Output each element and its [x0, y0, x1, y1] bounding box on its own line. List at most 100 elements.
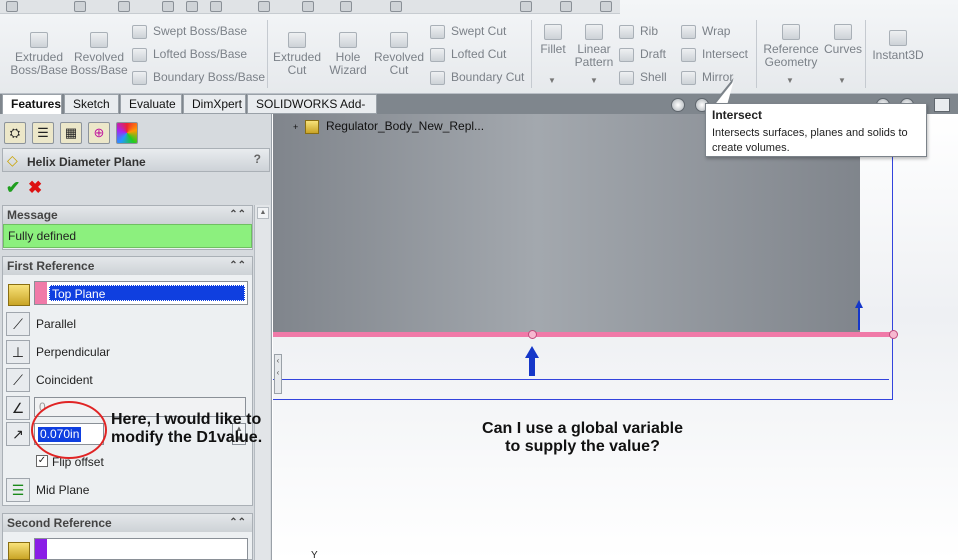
- collapse-icon[interactable]: ⌃⌃: [229, 257, 246, 275]
- tab-sketch[interactable]: Sketch: [64, 94, 119, 114]
- fillet-label: Fillet: [540, 42, 566, 56]
- revolved-boss-label: Revolved Boss/Base: [70, 50, 128, 77]
- pattern-dropdown-icon[interactable]: ▼: [590, 76, 598, 85]
- toolbar-icon[interactable]: [600, 1, 612, 12]
- panel-collapse-handle[interactable]: ‹ ‹: [274, 354, 282, 394]
- graphics-area[interactable]: ‹ ‹ Y: [273, 114, 958, 560]
- task-pane-icon[interactable]: [934, 98, 950, 112]
- lofted-boss-button[interactable]: Lofted Boss/Base: [132, 47, 247, 62]
- draft-button[interactable]: Draft: [619, 47, 666, 62]
- lofted-cut-button[interactable]: Lofted Cut: [430, 47, 506, 62]
- tab-features[interactable]: Features: [2, 94, 62, 115]
- reference-color-swatch: [35, 282, 47, 304]
- property-manager-icon[interactable]: ☰: [32, 122, 54, 144]
- toolbar-icon[interactable]: [162, 1, 174, 12]
- second-reference-field[interactable]: [34, 538, 248, 560]
- boundary-cut-icon: [430, 70, 445, 85]
- toolbar-icon[interactable]: [390, 1, 402, 12]
- extrude-icon: [30, 32, 48, 48]
- ribbon-separator: [267, 20, 268, 88]
- curves-dropdown-icon[interactable]: ▼: [838, 76, 846, 85]
- flip-offset-checkbox[interactable]: ✓: [36, 455, 48, 467]
- ribbon-separator: [865, 20, 866, 88]
- swept-cut-button[interactable]: Swept Cut: [430, 24, 506, 39]
- instant3d-icon: [889, 30, 907, 46]
- annotation-circle: [31, 401, 107, 459]
- second-reference-header[interactable]: Second Reference ⌃⌃: [3, 514, 252, 532]
- first-reference-header[interactable]: First Reference ⌃⌃: [3, 257, 252, 275]
- revolved-boss-button[interactable]: Revolved Boss/Base: [70, 32, 128, 77]
- intersect-tooltip: Intersect Intersects surfaces, planes an…: [705, 103, 927, 157]
- extruded-cut-icon: [288, 32, 306, 48]
- collapse-icon[interactable]: ⌃⌃: [229, 206, 246, 224]
- extruded-boss-button[interactable]: Extruded Boss/Base: [8, 32, 70, 77]
- tooltip-body: Intersects surfaces, planes and solids t…: [712, 127, 908, 154]
- curves-button[interactable]: Curves: [824, 24, 862, 56]
- mid-plane-icon: ☰: [6, 478, 30, 502]
- panel-scrollbar[interactable]: ▲: [254, 205, 270, 560]
- fillet-button[interactable]: Fillet: [536, 24, 570, 56]
- zoom-to-fit-icon[interactable]: [671, 98, 685, 112]
- wrap-icon: [681, 24, 696, 39]
- linear-pattern-label: Linear Pattern: [574, 42, 614, 69]
- hole-wizard-icon: [339, 32, 357, 48]
- swept-boss-button[interactable]: Swept Boss/Base: [132, 24, 247, 39]
- offset-arrow-icon[interactable]: [525, 346, 539, 358]
- part-icon: [304, 119, 319, 134]
- shell-button[interactable]: Shell: [619, 70, 667, 85]
- instant3d-label: Instant3D: [872, 48, 924, 62]
- boundary-icon: [132, 70, 147, 85]
- linear-pattern-button[interactable]: Linear Pattern: [572, 24, 616, 69]
- intersect-button[interactable]: Intersect: [681, 47, 748, 62]
- boundary-cut-button[interactable]: Boundary Cut: [430, 70, 524, 85]
- first-reference-value: Top Plane: [49, 285, 245, 301]
- extruded-cut-button[interactable]: Extruded Cut: [272, 32, 322, 77]
- toolbar-icon[interactable]: [210, 1, 222, 12]
- wrap-button[interactable]: Wrap: [681, 24, 730, 39]
- help-icon[interactable]: ?: [254, 152, 261, 166]
- toolbar-icon[interactable]: [520, 1, 532, 12]
- curves-icon: [834, 24, 852, 40]
- toolbar-icon[interactable]: [186, 1, 198, 12]
- feature-tree-flyout[interactable]: + Regulator_Body_New_Repl...: [293, 119, 484, 134]
- expand-icon[interactable]: +: [293, 122, 298, 132]
- toolbar-icon[interactable]: [560, 1, 572, 12]
- toolbar-icon[interactable]: [6, 1, 18, 12]
- toolbar-icon[interactable]: [74, 1, 86, 12]
- feature-manager-icon[interactable]: ⛭: [4, 122, 26, 144]
- status-message: Fully defined: [3, 224, 252, 248]
- instant3d-button[interactable]: Instant3D: [870, 30, 926, 62]
- toolbar-icon[interactable]: [118, 1, 130, 12]
- fillet-dropdown-icon[interactable]: ▼: [548, 76, 556, 85]
- dimxpert-manager-icon[interactable]: ⊕: [88, 122, 110, 144]
- boundary-boss-button[interactable]: Boundary Boss/Base: [132, 70, 265, 85]
- scroll-up-icon[interactable]: ▲: [257, 207, 269, 219]
- triad-axis-label: Y: [311, 550, 318, 560]
- tab-dimxpert[interactable]: DimXpert: [183, 94, 246, 114]
- toolbar-icon[interactable]: [302, 1, 314, 12]
- cancel-button[interactable]: ✖: [28, 178, 42, 198]
- collapse-icon[interactable]: ⌃⌃: [229, 514, 246, 532]
- draft-icon: [619, 47, 634, 62]
- toolbar-icon[interactable]: [258, 1, 270, 12]
- revolved-cut-button[interactable]: Revolved Cut: [374, 32, 424, 77]
- ok-button[interactable]: ✔: [6, 178, 20, 198]
- revolved-cut-label: Revolved Cut: [374, 50, 425, 77]
- message-header[interactable]: Message ⌃⌃: [3, 206, 252, 224]
- handle-point[interactable]: [889, 330, 898, 339]
- annotation-note-1: Here, I would like to modify the D1value…: [111, 411, 263, 446]
- display-manager-icon[interactable]: [116, 122, 138, 144]
- curves-label: Curves: [824, 42, 863, 56]
- reference-geometry-button[interactable]: Reference Geometry: [760, 24, 822, 69]
- configuration-manager-icon[interactable]: ▦: [60, 122, 82, 144]
- rib-button[interactable]: Rib: [619, 24, 658, 39]
- tab-evaluate[interactable]: Evaluate: [120, 94, 182, 114]
- selected-plane-edge: [273, 332, 893, 337]
- first-reference-field[interactable]: Top Plane: [34, 281, 248, 305]
- tooltip-title: Intersect: [712, 108, 763, 122]
- tab-solidworks-add-ins[interactable]: SOLIDWORKS Add-Ins: [247, 94, 377, 129]
- reference-geometry-dropdown-icon[interactable]: ▼: [786, 76, 794, 85]
- handle-point[interactable]: [528, 330, 537, 339]
- toolbar-icon[interactable]: [340, 1, 352, 12]
- hole-wizard-button[interactable]: Hole Wizard: [325, 32, 371, 77]
